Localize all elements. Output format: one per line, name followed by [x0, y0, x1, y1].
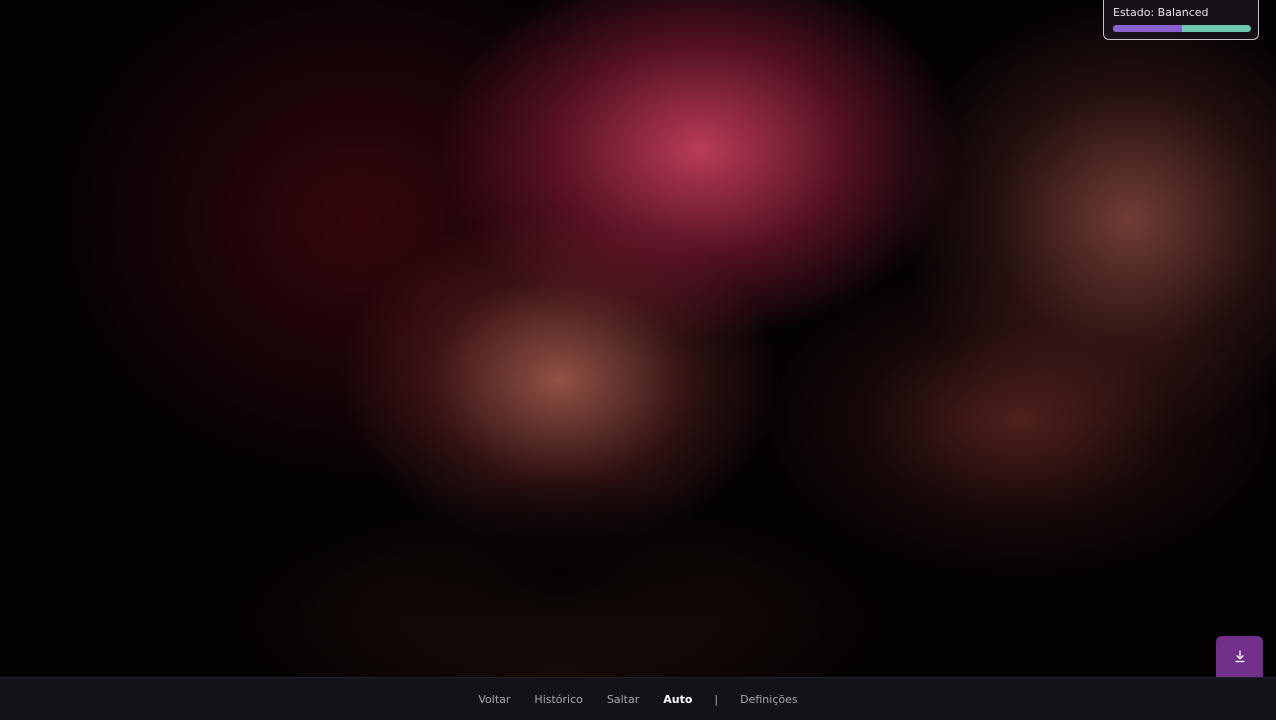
quick-save-button[interactable] [1216, 636, 1263, 677]
game-window: Estado: Balanced Voltar Histórico Saltar… [0, 0, 1276, 720]
menu-settings[interactable]: Definições [740, 693, 797, 706]
status-line: Estado: Balanced [1113, 6, 1249, 20]
menu-history[interactable]: Histórico [534, 693, 582, 706]
scene-image[interactable] [0, 0, 1276, 677]
menu-back[interactable]: Voltar [478, 693, 510, 706]
download-icon [1234, 650, 1245, 663]
status-panel: Estado: Balanced [1103, 0, 1259, 40]
menu-skip[interactable]: Saltar [607, 693, 639, 706]
quick-menu-bar: Voltar Histórico Saltar Auto | Definiçõe… [0, 677, 1276, 720]
menu-auto[interactable]: Auto [663, 693, 692, 706]
status-label: Estado: [1113, 6, 1155, 19]
status-bar-fill [1113, 25, 1182, 32]
status-value: Balanced [1157, 6, 1209, 19]
menu-separator: | [714, 692, 719, 706]
status-bar [1113, 25, 1251, 32]
scene-shadow [380, 470, 740, 670]
